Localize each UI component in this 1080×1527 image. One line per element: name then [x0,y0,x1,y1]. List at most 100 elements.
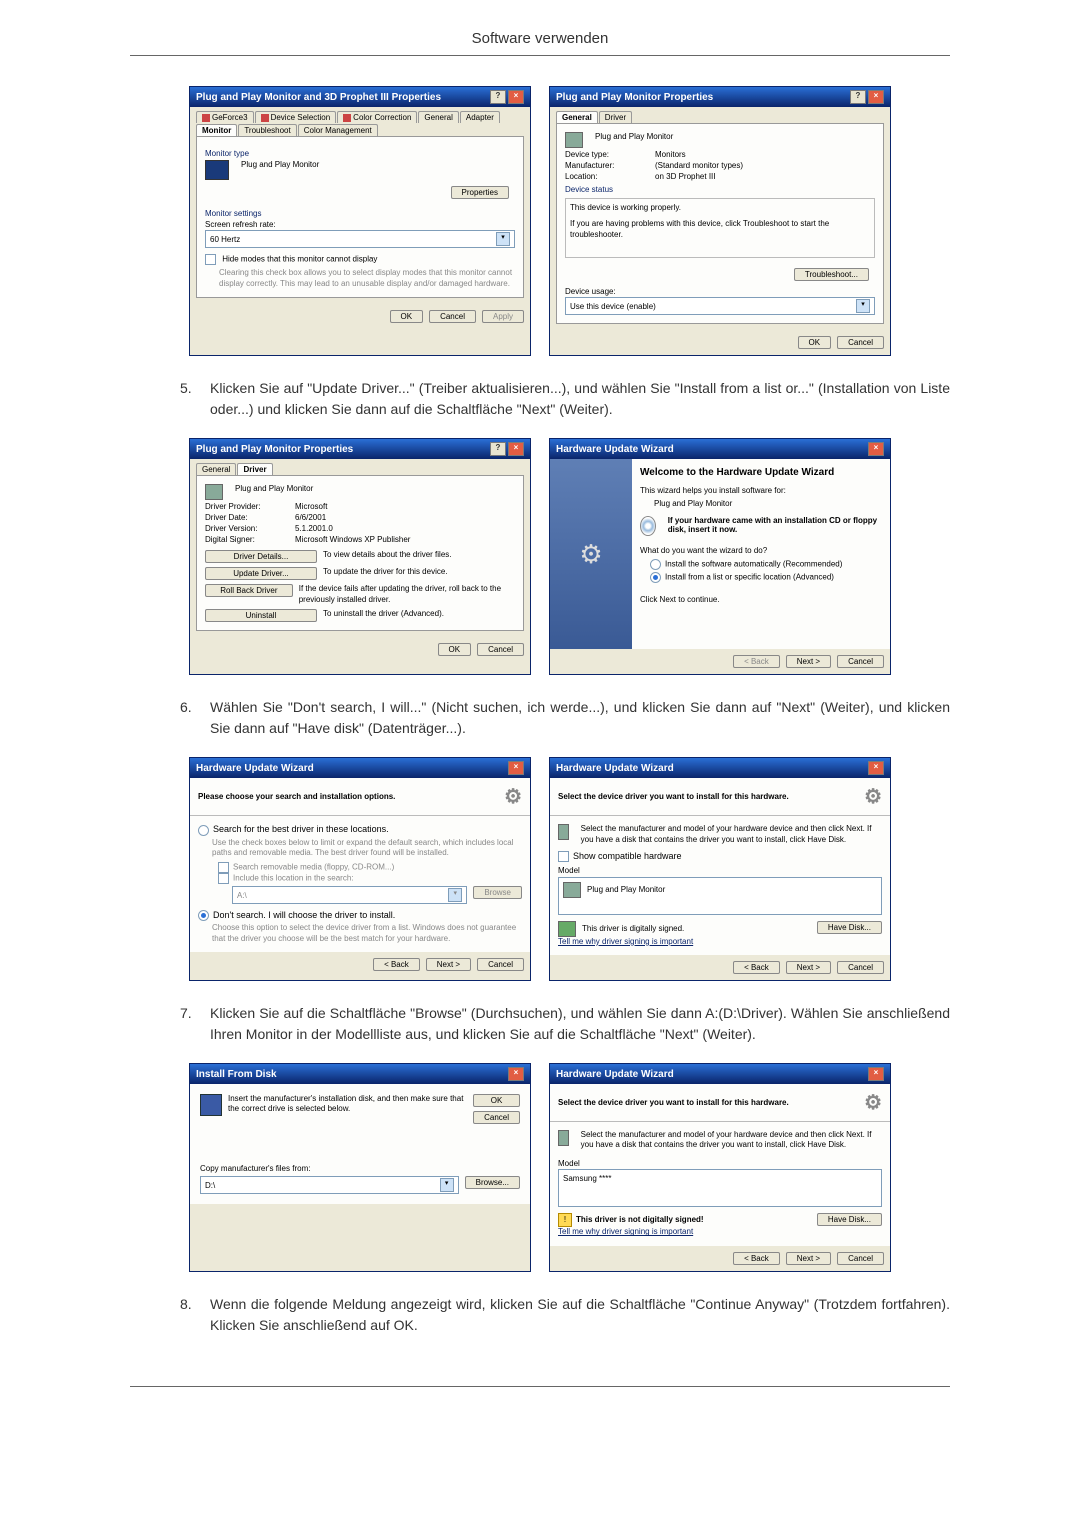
cancel-button[interactable]: Cancel [837,1252,884,1265]
cancel-button[interactable]: Cancel [429,310,476,323]
tab-geforce3[interactable]: GeForce3 [196,111,254,123]
search-path-field: A:\▾ [232,886,467,904]
next-button[interactable]: Next > [426,958,471,971]
device-status-label: Device status [565,185,875,194]
update-driver-button[interactable]: Update Driver... [205,567,317,580]
close-icon[interactable]: × [508,90,524,104]
close-icon[interactable]: × [868,90,884,104]
tab-general[interactable]: General [556,111,598,123]
back-button[interactable]: < Back [733,961,780,974]
footer-divider [130,1386,950,1387]
close-icon[interactable]: × [508,1067,524,1081]
wizard-intro: This wizard helps you install software f… [640,486,882,495]
model-list[interactable]: Samsung **** [558,1169,882,1207]
tab-troubleshoot[interactable]: Troubleshoot [238,124,296,136]
signing-info-link[interactable]: Tell me why driver signing is important [558,937,693,947]
help-icon[interactable]: ? [850,90,866,104]
signing-info-link[interactable]: Tell me why driver signing is important [558,1227,704,1237]
tab-color-management[interactable]: Color Management [298,124,378,136]
have-disk-button[interactable]: Have Disk... [817,921,882,934]
wizard-cd-note: If your hardware came with an installati… [668,516,882,534]
next-button[interactable]: Next > [786,961,831,974]
ok-button[interactable]: OK [473,1094,520,1107]
device-usage-select[interactable]: Use this device (enable) ▾ [565,297,875,315]
next-button[interactable]: Next > [786,1252,831,1265]
uninstall-text: To uninstall the driver (Advanced). [323,609,444,619]
tab-adapter[interactable]: Adapter [460,111,500,123]
tab-general[interactable]: General [196,463,236,475]
device-status-text: This device is working properly. [570,203,870,213]
monitor-icon [205,160,229,180]
tab-general[interactable]: General [418,111,458,123]
refresh-rate-select[interactable]: 60 Hertz ▾ [205,230,515,248]
browse-button: Browse [473,886,522,899]
driver-date-value: 6/6/2001 [295,513,326,522]
digital-signer-label: Digital Signer: [205,535,295,544]
tab-device-selection[interactable]: Device Selection [255,111,337,123]
hide-modes-checkbox[interactable] [205,254,216,265]
close-icon[interactable]: × [508,442,524,456]
device-name: Plug and Play Monitor [595,132,673,142]
ok-button[interactable]: OK [438,643,472,656]
close-icon[interactable]: × [868,1067,884,1081]
window-title: Hardware Update Wizard [556,1069,674,1080]
monitor-settings-label: Monitor settings [205,209,515,218]
back-button[interactable]: < Back [733,1252,780,1265]
update-driver-text: To update the driver for this device. [323,567,448,577]
radio-dont-search[interactable] [198,910,209,921]
wizard-device-name: Plug and Play Monitor [654,499,882,508]
chevron-down-icon[interactable]: ▾ [856,299,870,313]
monitor-name: Plug and Play Monitor [241,160,319,170]
select-driver-note: Select the manufacturer and model of you… [581,824,882,845]
step-number: 6. [180,697,210,739]
rollback-driver-button[interactable]: Roll Back Driver [205,584,293,597]
help-icon[interactable]: ? [490,442,506,456]
digital-signer-value: Microsoft Windows XP Publisher [295,535,410,544]
cancel-button[interactable]: Cancel [477,643,524,656]
ok-button[interactable]: OK [390,310,424,323]
wizard-header-text: Please choose your search and installati… [198,792,395,801]
copy-from-path[interactable]: D:\▾ [200,1176,459,1194]
driver-details-text: To view details about the driver files. [323,550,452,560]
cancel-button[interactable]: Cancel [473,1111,520,1124]
install-disk-note: Insert the manufacturer's installation d… [228,1094,467,1115]
chevron-down-icon[interactable]: ▾ [496,232,510,246]
tab-driver[interactable]: Driver [599,111,632,123]
driver-details-button[interactable]: Driver Details... [205,550,317,563]
cancel-button[interactable]: Cancel [477,958,524,971]
next-button[interactable]: Next > [786,655,831,668]
cancel-button[interactable]: Cancel [837,961,884,974]
ok-button[interactable]: OK [798,336,832,349]
troubleshoot-button[interactable]: Troubleshoot... [794,268,869,281]
close-icon[interactable]: × [868,761,884,775]
driver-provider-value: Microsoft [295,502,327,511]
close-icon[interactable]: × [868,442,884,456]
cancel-button[interactable]: Cancel [837,655,884,668]
gear-icon: ⚙ [864,1090,882,1115]
radio-search-note: Use the check boxes below to limit or ex… [212,838,522,859]
window-title: Hardware Update Wizard [556,763,674,774]
radio-list[interactable] [650,572,661,583]
wizard-header-text: Select the device driver you want to ins… [558,792,789,801]
tab-driver[interactable]: Driver [237,463,272,475]
chk-removable [218,862,229,873]
uninstall-button[interactable]: Uninstall [205,609,317,622]
show-compatible-checkbox[interactable] [558,851,569,862]
radio-auto[interactable] [650,559,661,570]
nvidia-icon [202,114,210,122]
have-disk-button[interactable]: Have Disk... [817,1213,882,1226]
help-icon[interactable]: ? [490,90,506,104]
chevron-down-icon[interactable]: ▾ [440,1178,454,1192]
radio-search[interactable] [198,825,209,836]
step-text: Wählen Sie "Don't search, I will..." (Ni… [210,697,950,739]
back-button[interactable]: < Back [373,958,420,971]
browse-button[interactable]: Browse... [465,1176,520,1189]
tab-monitor[interactable]: Monitor [196,124,237,136]
close-icon[interactable]: × [508,761,524,775]
cancel-button[interactable]: Cancel [837,336,884,349]
tab-color-correction[interactable]: Color Correction [337,111,417,123]
properties-button[interactable]: Properties [451,186,509,199]
model-list[interactable]: Plug and Play Monitor [558,877,882,915]
floppy-icon [200,1094,222,1116]
window-title: Plug and Play Monitor Properties [196,444,353,455]
